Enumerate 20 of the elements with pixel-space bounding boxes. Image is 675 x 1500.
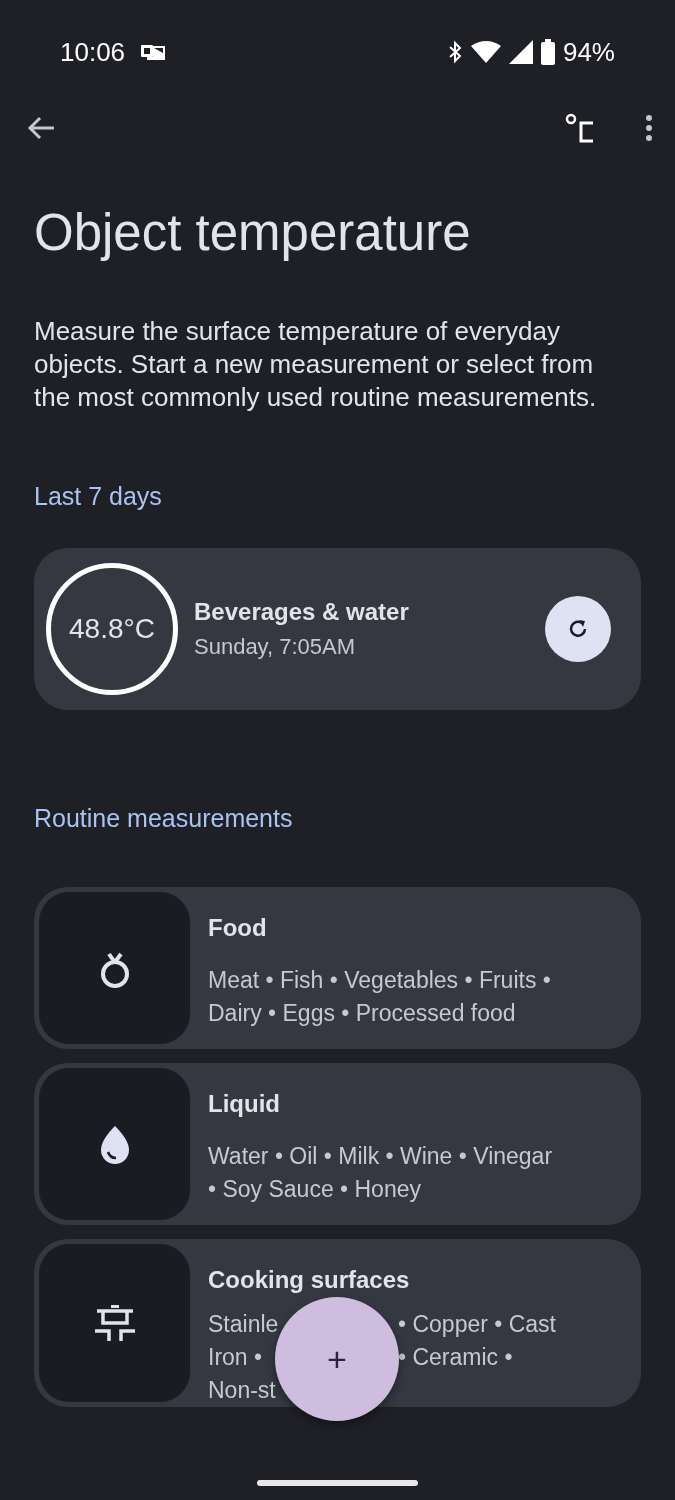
category-examples: • Ceramic • xyxy=(398,1343,514,1373)
category-title: Cooking surfaces xyxy=(208,1265,411,1296)
category-title: Food xyxy=(208,913,268,944)
category-examples: Iron • xyxy=(208,1343,263,1373)
category-examples: Dairy • Eggs • Processed food xyxy=(208,1000,516,1027)
description-text: Measure the surface temperature of everyday objects. Start a new measurement or select from the most commonly used routine measurements. xyxy=(34,315,598,415)
category-title: Liquid xyxy=(208,1089,281,1120)
page-title: Object temperature xyxy=(34,203,472,263)
section-heading: Last 7 days xyxy=(34,481,163,513)
category-examples: Water • Oil • Milk • Wine • Vinegar xyxy=(208,1143,553,1170)
category-examples: • Copper • Cast xyxy=(398,1310,556,1340)
temperature-reading: 48.8°C xyxy=(46,562,178,695)
clock-text: 10:06 xyxy=(60,35,126,69)
section-heading: Routine measurements xyxy=(34,802,294,834)
measurement-name: Beverages & water xyxy=(194,597,410,628)
category-examples: Non-st xyxy=(208,1377,276,1404)
category-examples: • Soy Sauce • Honey xyxy=(208,1176,421,1203)
measurement-time: Sunday, 7:05AM xyxy=(194,633,357,662)
battery-text: 94% xyxy=(562,35,615,69)
category-examples: Meat • Fish • Vegetables • Fruits • xyxy=(208,967,551,994)
